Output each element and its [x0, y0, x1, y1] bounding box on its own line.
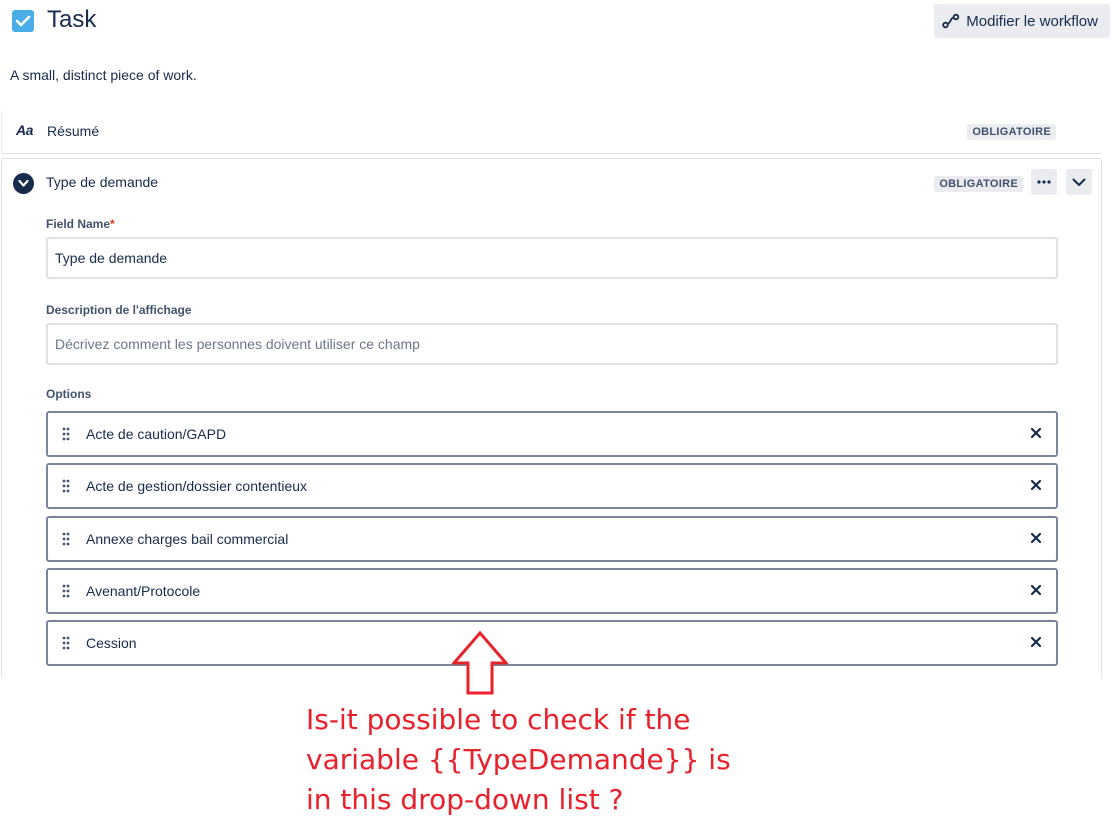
- drag-handle-icon[interactable]: [62, 584, 70, 603]
- option-item[interactable]: Acte de caution/GAPD: [46, 411, 1058, 457]
- annotation-line: variable {{TypeDemande}} is: [306, 743, 731, 776]
- remove-option-icon[interactable]: [1030, 478, 1042, 496]
- issue-type-header: Task Modifier le workflow: [10, 4, 1110, 40]
- annotation-line: Is-it possible to check if the: [306, 703, 691, 736]
- required-badge: OBLIGATOIRE: [934, 176, 1023, 192]
- remove-option-icon[interactable]: [1030, 426, 1042, 444]
- annotation-arrow-icon: [450, 630, 510, 700]
- ellipsis-icon: [1037, 180, 1051, 184]
- option-label: Acte de caution/GAPD: [86, 426, 227, 442]
- issue-type-description: A small, distinct piece of work.: [10, 67, 197, 83]
- workflow-icon: [942, 13, 960, 29]
- collapse-button[interactable]: [1066, 169, 1092, 195]
- task-checkbox-icon: [12, 10, 34, 32]
- remove-option-icon[interactable]: [1030, 583, 1042, 601]
- annotation-line: in this drop-down list ?: [306, 783, 624, 816]
- option-item[interactable]: Annexe charges bail commercial: [46, 516, 1058, 562]
- required-badge: OBLIGATOIRE: [967, 124, 1056, 140]
- edit-workflow-button[interactable]: Modifier le workflow: [934, 4, 1110, 38]
- option-item[interactable]: Cession: [46, 620, 1058, 666]
- display-description-label: Description de l'affichage: [46, 303, 192, 317]
- field-name-label: Field Name*: [46, 217, 115, 231]
- text-field-icon: Aa: [16, 122, 33, 138]
- drag-handle-icon[interactable]: [62, 427, 70, 446]
- drag-handle-icon[interactable]: [62, 636, 70, 655]
- option-item[interactable]: Avenant/Protocole: [46, 568, 1058, 614]
- chevron-down-icon: [1072, 178, 1086, 186]
- annotation-text: Is-it possible to check if the variable …: [306, 700, 746, 820]
- option-label: Avenant/Protocole: [86, 583, 201, 599]
- drag-handle-icon[interactable]: [62, 532, 70, 551]
- edit-workflow-label: Modifier le workflow: [966, 12, 1098, 30]
- option-label: Acte de gestion/dossier contentieux: [86, 478, 308, 494]
- display-description-input[interactable]: [46, 323, 1058, 365]
- remove-option-icon[interactable]: [1030, 635, 1042, 653]
- field-name-input[interactable]: [46, 237, 1058, 279]
- dropdown-field-icon: [13, 173, 34, 194]
- option-label: Cession: [86, 635, 137, 651]
- drag-handle-icon[interactable]: [62, 479, 70, 498]
- more-actions-button[interactable]: [1031, 169, 1057, 195]
- remove-option-icon[interactable]: [1030, 531, 1042, 549]
- options-label: Options: [46, 387, 92, 401]
- page-title: Task: [47, 6, 97, 33]
- summary-field-row[interactable]: Aa Résumé OBLIGATOIRE: [1, 110, 1101, 154]
- field-title: Type de demande: [46, 174, 159, 190]
- option-label: Annexe charges bail commercial: [86, 531, 289, 547]
- option-item[interactable]: Acte de gestion/dossier contentieux: [46, 463, 1058, 509]
- request-type-field-card: Type de demande OBLIGATOIRE Field Name* …: [1, 158, 1102, 678]
- summary-field-label: Résumé: [47, 123, 100, 139]
- required-asterisk: *: [110, 217, 115, 231]
